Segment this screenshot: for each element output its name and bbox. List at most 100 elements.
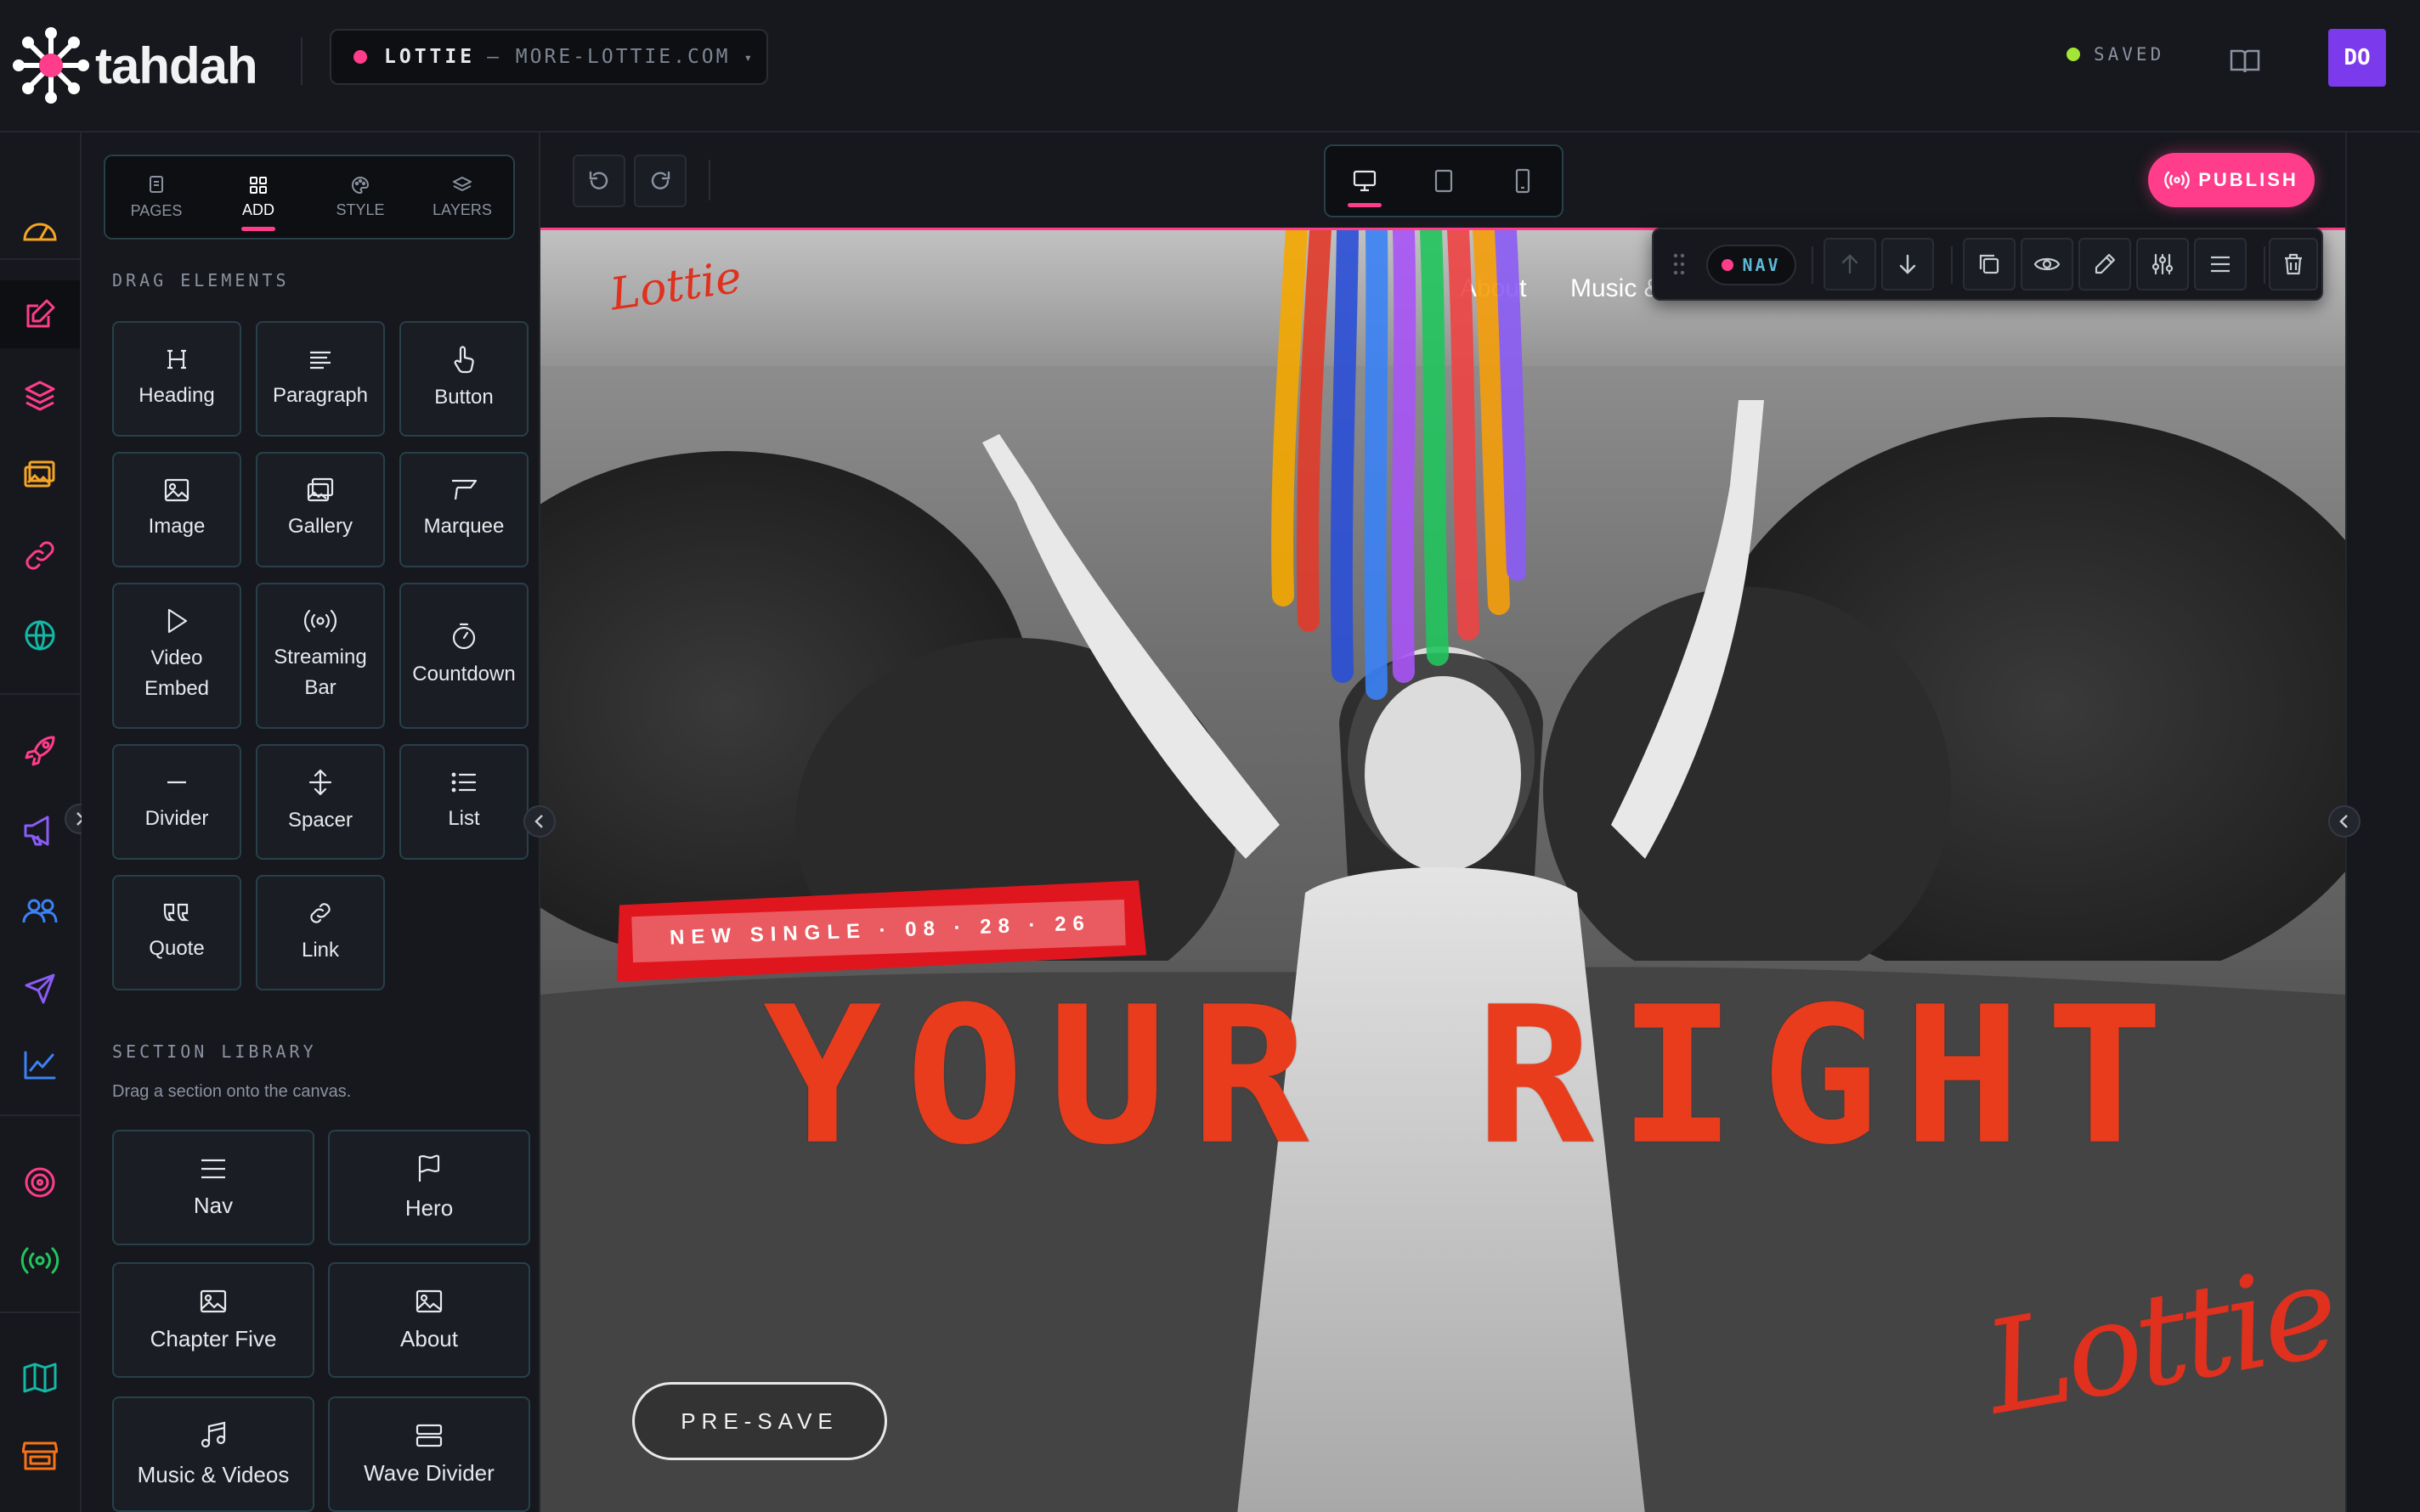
- rail-streaming[interactable]: [0, 1233, 80, 1288]
- tab-add[interactable]: ADD: [207, 156, 309, 238]
- element-quote[interactable]: Quote: [112, 875, 241, 990]
- delete-button[interactable]: [2269, 238, 2318, 291]
- section-about[interactable]: About: [328, 1262, 530, 1378]
- element-button[interactable]: Button: [399, 321, 529, 437]
- user-avatar[interactable]: DO: [2328, 29, 2386, 87]
- section-hero[interactable]: Hero: [328, 1130, 530, 1245]
- chip-dot: [1722, 259, 1734, 271]
- element-list[interactable]: List: [399, 744, 529, 860]
- broadcast-icon: [20, 1247, 59, 1274]
- tab-layers[interactable]: LAYERS: [411, 156, 513, 238]
- section-wave-divider[interactable]: Wave Divider: [328, 1396, 530, 1512]
- grid-icon: [250, 176, 267, 194]
- page-canvas[interactable]: Lottie About Music & NEW SINGLE · 08 · 2…: [540, 228, 2345, 1512]
- element-divider[interactable]: Divider: [112, 744, 241, 860]
- element-spacer[interactable]: Spacer: [256, 744, 385, 860]
- flag-icon: [418, 1154, 440, 1182]
- canvas-left-toggle[interactable]: [523, 805, 556, 838]
- pre-save-button[interactable]: PRE-SAVE: [632, 1382, 887, 1460]
- element-label: Video Embed: [144, 646, 210, 700]
- undo-button[interactable]: [573, 155, 625, 207]
- device-switcher: [1324, 144, 1563, 217]
- element-label: Countdown: [412, 663, 516, 685]
- element-image[interactable]: Image: [112, 452, 241, 567]
- drag-elements-title: DRAG ELEMENTS: [112, 270, 290, 291]
- device-desktop[interactable]: [1326, 146, 1405, 216]
- toolbar-divider: [1951, 246, 1953, 284]
- rail-layers[interactable]: [0, 369, 80, 423]
- element-label: Divider: [144, 807, 209, 830]
- mobile-icon: [1515, 168, 1529, 194]
- stopwatch-icon: [452, 623, 476, 650]
- top-divider: [301, 37, 302, 85]
- redo-button[interactable]: [634, 155, 687, 207]
- section-chapter-five[interactable]: Chapter Five: [112, 1262, 314, 1378]
- duplicate-icon: [1979, 254, 1999, 274]
- broadcast-icon: [303, 609, 337, 633]
- rail-fans[interactable]: [0, 883, 80, 938]
- element-marquee[interactable]: Marquee: [399, 452, 529, 567]
- edit-button[interactable]: [2078, 238, 2131, 291]
- rail-links[interactable]: [0, 528, 80, 583]
- rail-editor[interactable]: [0, 280, 80, 348]
- rail-domains[interactable]: [0, 608, 80, 663]
- docs-button[interactable]: [2221, 37, 2269, 85]
- element-gallery[interactable]: Gallery: [256, 452, 385, 567]
- rail-releases[interactable]: [0, 1155, 80, 1210]
- element-countdown[interactable]: Countdown: [399, 583, 529, 729]
- rail-dashboard[interactable]: [0, 202, 80, 257]
- rail-messages[interactable]: [0, 962, 80, 1016]
- section-music-videos[interactable]: Music & Videos: [112, 1396, 314, 1512]
- divider-icon: [167, 781, 186, 784]
- element-label: Streaming Bar: [274, 646, 367, 699]
- send-icon: [25, 973, 55, 1004]
- rail-tour[interactable]: [0, 1351, 80, 1405]
- chevron-left-icon: [534, 815, 543, 828]
- trash-icon: [2285, 253, 2302, 275]
- section-nav[interactable]: Nav: [112, 1130, 314, 1245]
- tab-pages[interactable]: PAGES: [105, 156, 207, 238]
- device-mobile[interactable]: [1483, 146, 1562, 216]
- toolbar-divider: [2264, 246, 2265, 284]
- drag-handle[interactable]: [1672, 251, 1686, 277]
- publish-button[interactable]: PUBLISH: [2148, 153, 2315, 207]
- element-heading[interactable]: Heading: [112, 321, 241, 437]
- element-video-embed[interactable]: Video Embed: [112, 583, 241, 729]
- element-paragraph[interactable]: Paragraph: [256, 321, 385, 437]
- more-menu-button[interactable]: [2194, 238, 2247, 291]
- site-selector[interactable]: LOTTIE — MORE-LOTTIE.COM ▾: [330, 29, 768, 85]
- link-icon: [25, 541, 54, 570]
- element-link[interactable]: Link: [256, 875, 385, 990]
- site-logo[interactable]: Lottie: [608, 252, 745, 321]
- rail-launch[interactable]: [0, 724, 80, 778]
- heading-icon: [167, 349, 186, 370]
- section-library-subtitle: Drag a section onto the canvas.: [112, 1082, 352, 1101]
- tab-label: LAYERS: [433, 200, 492, 218]
- move-down-button[interactable]: [1881, 238, 1934, 291]
- app-name: tahdah: [95, 37, 258, 94]
- move-up-button[interactable]: [1823, 238, 1876, 291]
- canvas-right-toggle[interactable]: [2328, 805, 2361, 838]
- device-tablet[interactable]: [1405, 146, 1484, 216]
- add-panel: PAGES ADD STYLE LAYERS DRAG ELEMENTS Hea…: [82, 133, 540, 1512]
- settings-button[interactable]: [2136, 238, 2189, 291]
- rail-store[interactable]: [0, 1429, 80, 1483]
- hero-headline[interactable]: YOUR RIGHT: [763, 982, 2188, 1171]
- site-name: LOTTIE: [384, 46, 476, 68]
- tablet-icon: [1434, 169, 1453, 193]
- paragraph-icon: [310, 351, 331, 370]
- element-streaming-bar[interactable]: Streaming Bar: [256, 583, 385, 729]
- rail-media[interactable]: [0, 447, 80, 501]
- site-nav-music[interactable]: Music &: [1570, 274, 1661, 303]
- pages-icon: [150, 175, 163, 193]
- tab-style[interactable]: STYLE: [309, 156, 411, 238]
- app-logo[interactable]: tahdah: [10, 19, 258, 112]
- menu-icon: [201, 1159, 225, 1178]
- saved-label: SAVED: [2094, 44, 2165, 65]
- quote-icon: [163, 903, 189, 922]
- rail-divider: [0, 693, 80, 695]
- duplicate-button[interactable]: [1963, 238, 2016, 291]
- rail-analytics[interactable]: [0, 1038, 80, 1092]
- image-icon: [164, 478, 189, 502]
- visibility-button[interactable]: [2021, 238, 2073, 291]
